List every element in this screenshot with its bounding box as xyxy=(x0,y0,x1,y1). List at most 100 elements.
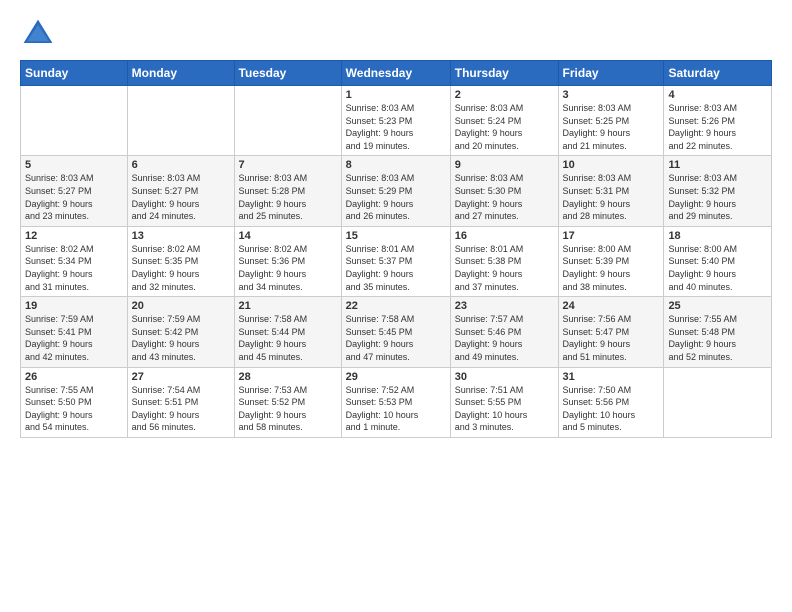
calendar-week-1: 1Sunrise: 8:03 AM Sunset: 5:23 PM Daylig… xyxy=(21,86,772,156)
day-info: Sunrise: 8:01 AM Sunset: 5:38 PM Dayligh… xyxy=(455,243,554,293)
day-number: 22 xyxy=(346,300,446,312)
header-wednesday: Wednesday xyxy=(341,61,450,86)
calendar-week-4: 19Sunrise: 7:59 AM Sunset: 5:41 PM Dayli… xyxy=(21,297,772,367)
day-info: Sunrise: 8:00 AM Sunset: 5:39 PM Dayligh… xyxy=(563,243,660,293)
calendar-week-2: 5Sunrise: 8:03 AM Sunset: 5:27 PM Daylig… xyxy=(21,156,772,226)
calendar-cell: 5Sunrise: 8:03 AM Sunset: 5:27 PM Daylig… xyxy=(21,156,128,226)
day-info: Sunrise: 7:56 AM Sunset: 5:47 PM Dayligh… xyxy=(563,313,660,363)
header-tuesday: Tuesday xyxy=(234,61,341,86)
header-saturday: Saturday xyxy=(664,61,772,86)
day-info: Sunrise: 8:03 AM Sunset: 5:28 PM Dayligh… xyxy=(239,172,337,222)
calendar-cell: 29Sunrise: 7:52 AM Sunset: 5:53 PM Dayli… xyxy=(341,367,450,437)
calendar-cell: 9Sunrise: 8:03 AM Sunset: 5:30 PM Daylig… xyxy=(450,156,558,226)
day-number: 10 xyxy=(563,159,660,171)
calendar-cell: 13Sunrise: 8:02 AM Sunset: 5:35 PM Dayli… xyxy=(127,226,234,296)
day-number: 3 xyxy=(563,89,660,101)
header-friday: Friday xyxy=(558,61,664,86)
header-monday: Monday xyxy=(127,61,234,86)
day-info: Sunrise: 7:53 AM Sunset: 5:52 PM Dayligh… xyxy=(239,384,337,434)
day-number: 30 xyxy=(455,371,554,383)
day-number: 11 xyxy=(668,159,767,171)
header-thursday: Thursday xyxy=(450,61,558,86)
day-number: 20 xyxy=(132,300,230,312)
calendar-cell: 21Sunrise: 7:58 AM Sunset: 5:44 PM Dayli… xyxy=(234,297,341,367)
calendar-cell: 28Sunrise: 7:53 AM Sunset: 5:52 PM Dayli… xyxy=(234,367,341,437)
day-number: 18 xyxy=(668,230,767,242)
calendar-cell: 8Sunrise: 8:03 AM Sunset: 5:29 PM Daylig… xyxy=(341,156,450,226)
calendar-cell: 14Sunrise: 8:02 AM Sunset: 5:36 PM Dayli… xyxy=(234,226,341,296)
calendar-cell: 12Sunrise: 8:02 AM Sunset: 5:34 PM Dayli… xyxy=(21,226,128,296)
calendar-cell: 27Sunrise: 7:54 AM Sunset: 5:51 PM Dayli… xyxy=(127,367,234,437)
day-number: 2 xyxy=(455,89,554,101)
calendar-cell: 11Sunrise: 8:03 AM Sunset: 5:32 PM Dayli… xyxy=(664,156,772,226)
day-number: 31 xyxy=(563,371,660,383)
day-info: Sunrise: 8:03 AM Sunset: 5:30 PM Dayligh… xyxy=(455,172,554,222)
day-info: Sunrise: 7:55 AM Sunset: 5:48 PM Dayligh… xyxy=(668,313,767,363)
day-info: Sunrise: 8:03 AM Sunset: 5:31 PM Dayligh… xyxy=(563,172,660,222)
calendar-cell: 20Sunrise: 7:59 AM Sunset: 5:42 PM Dayli… xyxy=(127,297,234,367)
day-number: 1 xyxy=(346,89,446,101)
day-info: Sunrise: 7:55 AM Sunset: 5:50 PM Dayligh… xyxy=(25,384,123,434)
day-info: Sunrise: 8:02 AM Sunset: 5:34 PM Dayligh… xyxy=(25,243,123,293)
day-number: 28 xyxy=(239,371,337,383)
day-number: 24 xyxy=(563,300,660,312)
day-info: Sunrise: 7:59 AM Sunset: 5:41 PM Dayligh… xyxy=(25,313,123,363)
day-info: Sunrise: 8:01 AM Sunset: 5:37 PM Dayligh… xyxy=(346,243,446,293)
day-number: 26 xyxy=(25,371,123,383)
calendar-cell: 10Sunrise: 8:03 AM Sunset: 5:31 PM Dayli… xyxy=(558,156,664,226)
calendar-cell: 19Sunrise: 7:59 AM Sunset: 5:41 PM Dayli… xyxy=(21,297,128,367)
day-number: 21 xyxy=(239,300,337,312)
day-info: Sunrise: 7:59 AM Sunset: 5:42 PM Dayligh… xyxy=(132,313,230,363)
calendar-cell: 1Sunrise: 8:03 AM Sunset: 5:23 PM Daylig… xyxy=(341,86,450,156)
calendar-cell: 16Sunrise: 8:01 AM Sunset: 5:38 PM Dayli… xyxy=(450,226,558,296)
weekday-header-row: Sunday Monday Tuesday Wednesday Thursday… xyxy=(21,61,772,86)
calendar-cell: 24Sunrise: 7:56 AM Sunset: 5:47 PM Dayli… xyxy=(558,297,664,367)
day-number: 15 xyxy=(346,230,446,242)
calendar-cell: 26Sunrise: 7:55 AM Sunset: 5:50 PM Dayli… xyxy=(21,367,128,437)
calendar-cell: 25Sunrise: 7:55 AM Sunset: 5:48 PM Dayli… xyxy=(664,297,772,367)
calendar-cell: 18Sunrise: 8:00 AM Sunset: 5:40 PM Dayli… xyxy=(664,226,772,296)
day-info: Sunrise: 7:58 AM Sunset: 5:45 PM Dayligh… xyxy=(346,313,446,363)
day-info: Sunrise: 8:03 AM Sunset: 5:24 PM Dayligh… xyxy=(455,102,554,152)
day-number: 9 xyxy=(455,159,554,171)
day-number: 29 xyxy=(346,371,446,383)
calendar-cell: 4Sunrise: 8:03 AM Sunset: 5:26 PM Daylig… xyxy=(664,86,772,156)
day-number: 7 xyxy=(239,159,337,171)
day-info: Sunrise: 7:57 AM Sunset: 5:46 PM Dayligh… xyxy=(455,313,554,363)
calendar-week-3: 12Sunrise: 8:02 AM Sunset: 5:34 PM Dayli… xyxy=(21,226,772,296)
day-number: 4 xyxy=(668,89,767,101)
calendar-cell: 7Sunrise: 8:03 AM Sunset: 5:28 PM Daylig… xyxy=(234,156,341,226)
day-number: 13 xyxy=(132,230,230,242)
day-number: 16 xyxy=(455,230,554,242)
calendar-cell xyxy=(21,86,128,156)
calendar-week-5: 26Sunrise: 7:55 AM Sunset: 5:50 PM Dayli… xyxy=(21,367,772,437)
day-info: Sunrise: 7:51 AM Sunset: 5:55 PM Dayligh… xyxy=(455,384,554,434)
day-number: 6 xyxy=(132,159,230,171)
day-info: Sunrise: 8:02 AM Sunset: 5:35 PM Dayligh… xyxy=(132,243,230,293)
day-number: 14 xyxy=(239,230,337,242)
calendar-cell: 23Sunrise: 7:57 AM Sunset: 5:46 PM Dayli… xyxy=(450,297,558,367)
day-number: 5 xyxy=(25,159,123,171)
calendar-table: Sunday Monday Tuesday Wednesday Thursday… xyxy=(20,60,772,438)
day-info: Sunrise: 8:03 AM Sunset: 5:32 PM Dayligh… xyxy=(668,172,767,222)
day-number: 17 xyxy=(563,230,660,242)
calendar-cell: 2Sunrise: 8:03 AM Sunset: 5:24 PM Daylig… xyxy=(450,86,558,156)
calendar-cell: 17Sunrise: 8:00 AM Sunset: 5:39 PM Dayli… xyxy=(558,226,664,296)
day-number: 23 xyxy=(455,300,554,312)
day-info: Sunrise: 7:58 AM Sunset: 5:44 PM Dayligh… xyxy=(239,313,337,363)
calendar-cell: 15Sunrise: 8:01 AM Sunset: 5:37 PM Dayli… xyxy=(341,226,450,296)
day-info: Sunrise: 8:00 AM Sunset: 5:40 PM Dayligh… xyxy=(668,243,767,293)
day-info: Sunrise: 7:54 AM Sunset: 5:51 PM Dayligh… xyxy=(132,384,230,434)
day-info: Sunrise: 7:52 AM Sunset: 5:53 PM Dayligh… xyxy=(346,384,446,434)
day-number: 12 xyxy=(25,230,123,242)
page-header xyxy=(20,16,772,52)
day-number: 25 xyxy=(668,300,767,312)
day-info: Sunrise: 8:03 AM Sunset: 5:27 PM Dayligh… xyxy=(132,172,230,222)
day-info: Sunrise: 8:03 AM Sunset: 5:26 PM Dayligh… xyxy=(668,102,767,152)
calendar-cell xyxy=(127,86,234,156)
day-info: Sunrise: 8:03 AM Sunset: 5:29 PM Dayligh… xyxy=(346,172,446,222)
day-number: 27 xyxy=(132,371,230,383)
day-info: Sunrise: 8:03 AM Sunset: 5:27 PM Dayligh… xyxy=(25,172,123,222)
day-info: Sunrise: 8:03 AM Sunset: 5:23 PM Dayligh… xyxy=(346,102,446,152)
calendar-cell: 31Sunrise: 7:50 AM Sunset: 5:56 PM Dayli… xyxy=(558,367,664,437)
